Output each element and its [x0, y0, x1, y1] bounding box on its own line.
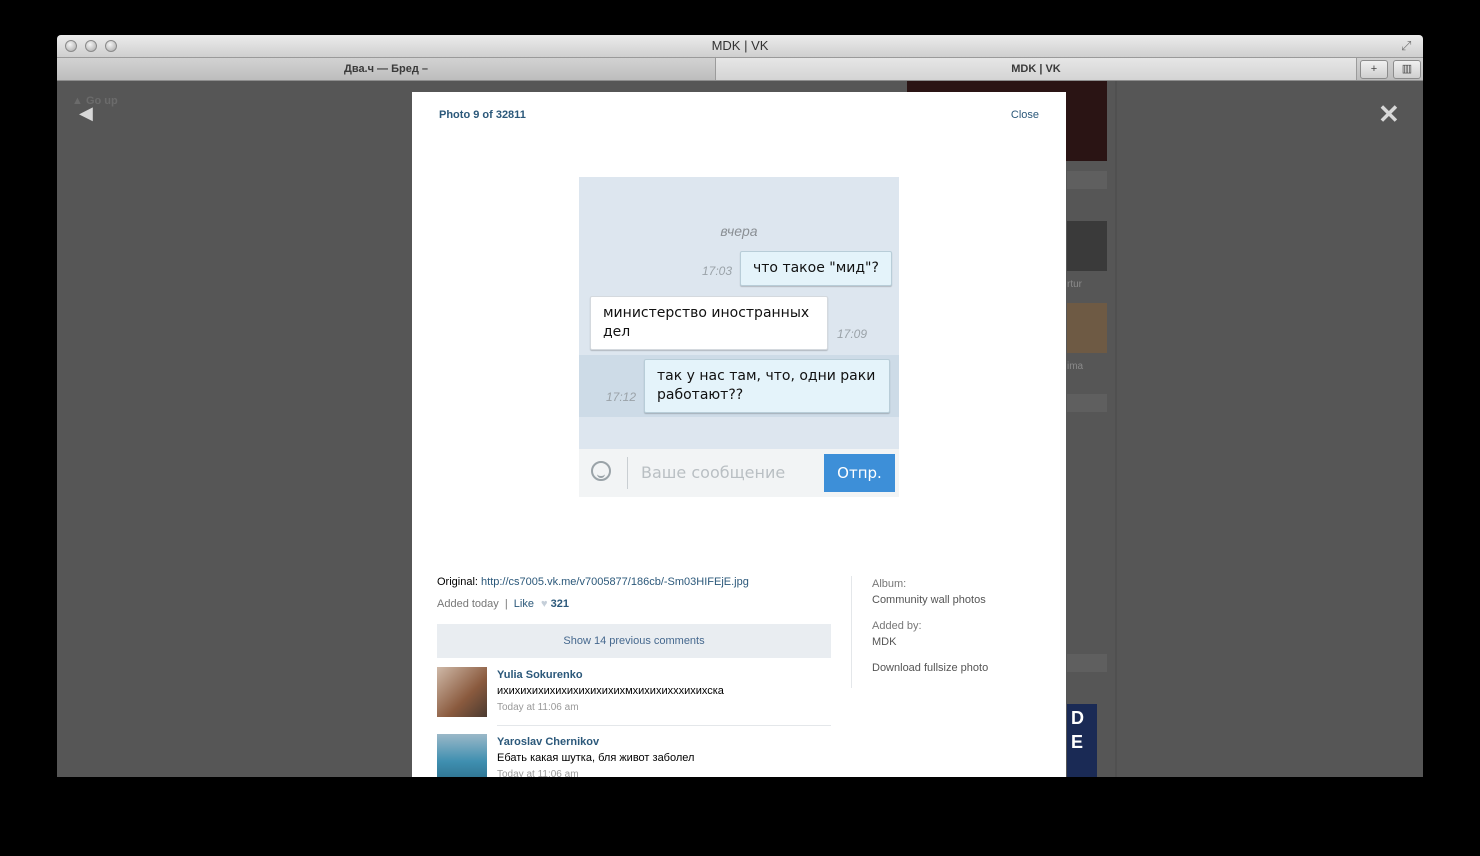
new-tab-button[interactable]: + [1360, 60, 1388, 79]
added-by-link[interactable]: MDK [872, 634, 1041, 650]
added-line: Added today | Like ♥ 321 [437, 598, 831, 610]
comment-divider [497, 725, 831, 726]
heart-icon[interactable]: ♥ [541, 598, 548, 610]
photo-info: Original: http://cs7005.vk.me/v7005877/1… [437, 576, 831, 610]
message-bubble: что такое "мид"? [740, 251, 892, 286]
comment-time[interactable]: Today at 11:06 am [497, 769, 579, 777]
like-count: 321 [550, 598, 569, 610]
download-fullsize-link[interactable]: Download fullsize photo [872, 660, 1041, 676]
close-link[interactable]: Close [1011, 109, 1039, 121]
close-viewer-icon[interactable]: ✕ [1378, 99, 1400, 130]
background-promo: D E [1067, 704, 1097, 777]
photo-meta: Album: Community wall photos Added by: M… [851, 576, 1041, 688]
comment-author[interactable]: Yulia Sokurenko [497, 669, 583, 681]
original-url-link[interactable]: http://cs7005.vk.me/v7005877/186cb/-Sm03… [481, 576, 749, 588]
original-line: Original: http://cs7005.vk.me/v7005877/1… [437, 576, 831, 588]
added-by-label: Added by: [872, 620, 922, 632]
page-overlay: rtur ima D E ▲ Go up ◀ ✕ Photo 9 of 3281… [57, 81, 1423, 777]
original-label: Original: [437, 576, 478, 588]
comment-text: Ебать какая шутка, бля живот заболел [497, 752, 695, 764]
like-link[interactable]: Like [514, 598, 534, 610]
message-time: 17:09 [837, 327, 868, 341]
message-time: 17:12 [606, 390, 637, 404]
photo-viewer: Photo 9 of 32811 Close вчера 17:03 что т… [412, 92, 1066, 777]
tab-mdk[interactable]: MDK | VK [715, 58, 1357, 80]
divider [627, 457, 628, 489]
tab-bar: Два.ч — Бред – MDK | VK + ▥ [57, 58, 1423, 81]
separator: | [504, 598, 508, 610]
album-label: Album: [872, 578, 907, 590]
added-date: Added today [437, 598, 499, 610]
comment-text: ихихихихихихихихихихихмхихихихххихихска [497, 685, 724, 697]
background-column [1115, 81, 1117, 777]
message-input-bar: Ваше сообщение Отпр. [579, 449, 899, 497]
window-title: MDK | VK [711, 38, 769, 53]
background-avatar [1067, 221, 1107, 271]
background-name: rtur [1067, 279, 1082, 290]
browser-window: MDK | VK ⤢ Два.ч — Бред – MDK | VK + ▥ r… [57, 35, 1423, 777]
background-band [1067, 171, 1107, 189]
album-value: Community wall photos [872, 594, 986, 606]
background-avatar [1067, 303, 1107, 353]
comment-time[interactable]: Today at 11:06 am [497, 702, 579, 713]
message-bubble: так у нас там, что, одни раки работают?? [644, 359, 890, 413]
message-bubble: министерство иностранных дел [590, 296, 828, 350]
background-name: ima [1067, 361, 1084, 372]
background-band [1067, 394, 1107, 412]
date-separator: вчера [720, 223, 758, 239]
fullscreen-icon[interactable]: ⤢ [1401, 38, 1417, 54]
message-input: Ваше сообщение [641, 463, 786, 482]
show-previous-comments-button[interactable]: Show 14 previous comments [437, 624, 831, 658]
avatar[interactable] [437, 667, 487, 717]
bookmarks-icon[interactable]: ▥ [1393, 60, 1421, 79]
prev-photo-arrow-icon[interactable]: ◀ [79, 103, 93, 124]
title-bar: MDK | VK ⤢ [57, 35, 1423, 58]
smile-icon [591, 461, 611, 481]
background-band [1067, 654, 1107, 672]
message-time: 17:03 [702, 264, 733, 278]
send-button: Отпр. [824, 454, 895, 492]
avatar[interactable] [437, 734, 487, 777]
comment-author[interactable]: Yaroslav Chernikov [497, 736, 599, 748]
tab-dvach[interactable]: Два.ч — Бред – [57, 58, 715, 80]
photo-counter: Photo 9 of 32811 [439, 109, 526, 121]
photo[interactable]: вчера 17:03 что такое "мид"? министерств… [579, 177, 899, 497]
